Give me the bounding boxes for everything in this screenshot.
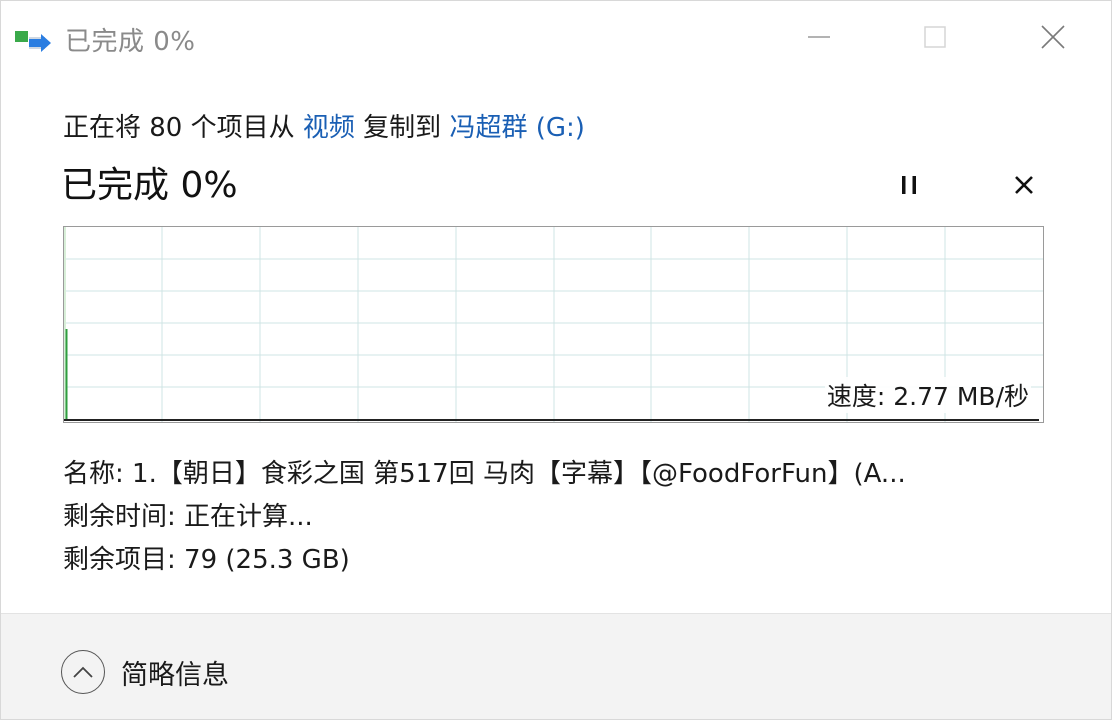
time-remaining-row: 剩余时间: 正在计算... <box>63 496 1043 539</box>
pause-icon <box>902 176 916 194</box>
file-name-value: 1.【朝日】食彩之国 第517回 马肉【字幕】【@FoodForFun】(A..… <box>132 459 906 489</box>
maximize-icon <box>924 26 946 48</box>
file-name-label: 名称: <box>63 459 133 489</box>
pause-button[interactable] <box>891 167 927 203</box>
window-title: 已完成 0% <box>65 27 196 57</box>
copy-middle: 复制到 <box>354 113 450 143</box>
source-folder-link[interactable]: 视频 <box>303 113 355 143</box>
items-remaining-value: 79 (25.3 GB) <box>184 545 350 575</box>
items-remaining-label: 剩余项目: <box>63 545 185 575</box>
fewer-details-label: 简略信息 <box>121 659 229 691</box>
progress-heading: 已完成 0% <box>61 165 238 206</box>
minimize-icon <box>808 36 830 38</box>
maximize-button[interactable] <box>905 13 965 61</box>
minimize-button[interactable] <box>789 13 849 61</box>
time-remaining-label: 剩余时间: <box>63 502 185 532</box>
cancel-icon <box>1015 176 1033 194</box>
copy-prefix: 正在将 80 个项目从 <box>63 113 303 143</box>
speed-graph: 速度: 2.77 MB/秒 <box>63 226 1044 423</box>
footer: 简略信息 <box>1 614 1111 719</box>
time-remaining-value: 正在计算... <box>184 502 313 532</box>
file-name-row: 名称: 1.【朝日】食彩之国 第517回 马肉【字幕】【@FoodForFun】… <box>63 453 1043 496</box>
cancel-button[interactable] <box>1006 167 1042 203</box>
destination-drive-link[interactable]: 冯超群 (G:) <box>449 113 584 143</box>
chevron-up-icon <box>61 650 105 694</box>
copy-transfer-icon <box>15 31 51 52</box>
items-remaining-row: 剩余项目: 79 (25.3 GB) <box>63 539 1043 582</box>
speed-label: 速度: 2.77 MB/秒 <box>824 377 1031 413</box>
fewer-details-toggle[interactable]: 简略信息 <box>61 650 229 694</box>
details-panel: 名称: 1.【朝日】食彩之国 第517回 马肉【字幕】【@FoodForFun】… <box>63 453 1043 582</box>
close-icon <box>1041 25 1065 49</box>
copy-progress-dialog: 已完成 0% 正在将 80 个项目从 视频 复制到 冯超群 (G:) 已完成 0… <box>0 0 1112 720</box>
title-bar[interactable]: 已完成 0% <box>1 1 1111 77</box>
close-button[interactable] <box>1023 13 1083 61</box>
copy-description: 正在将 80 个项目从 视频 复制到 冯超群 (G:) <box>63 107 585 144</box>
